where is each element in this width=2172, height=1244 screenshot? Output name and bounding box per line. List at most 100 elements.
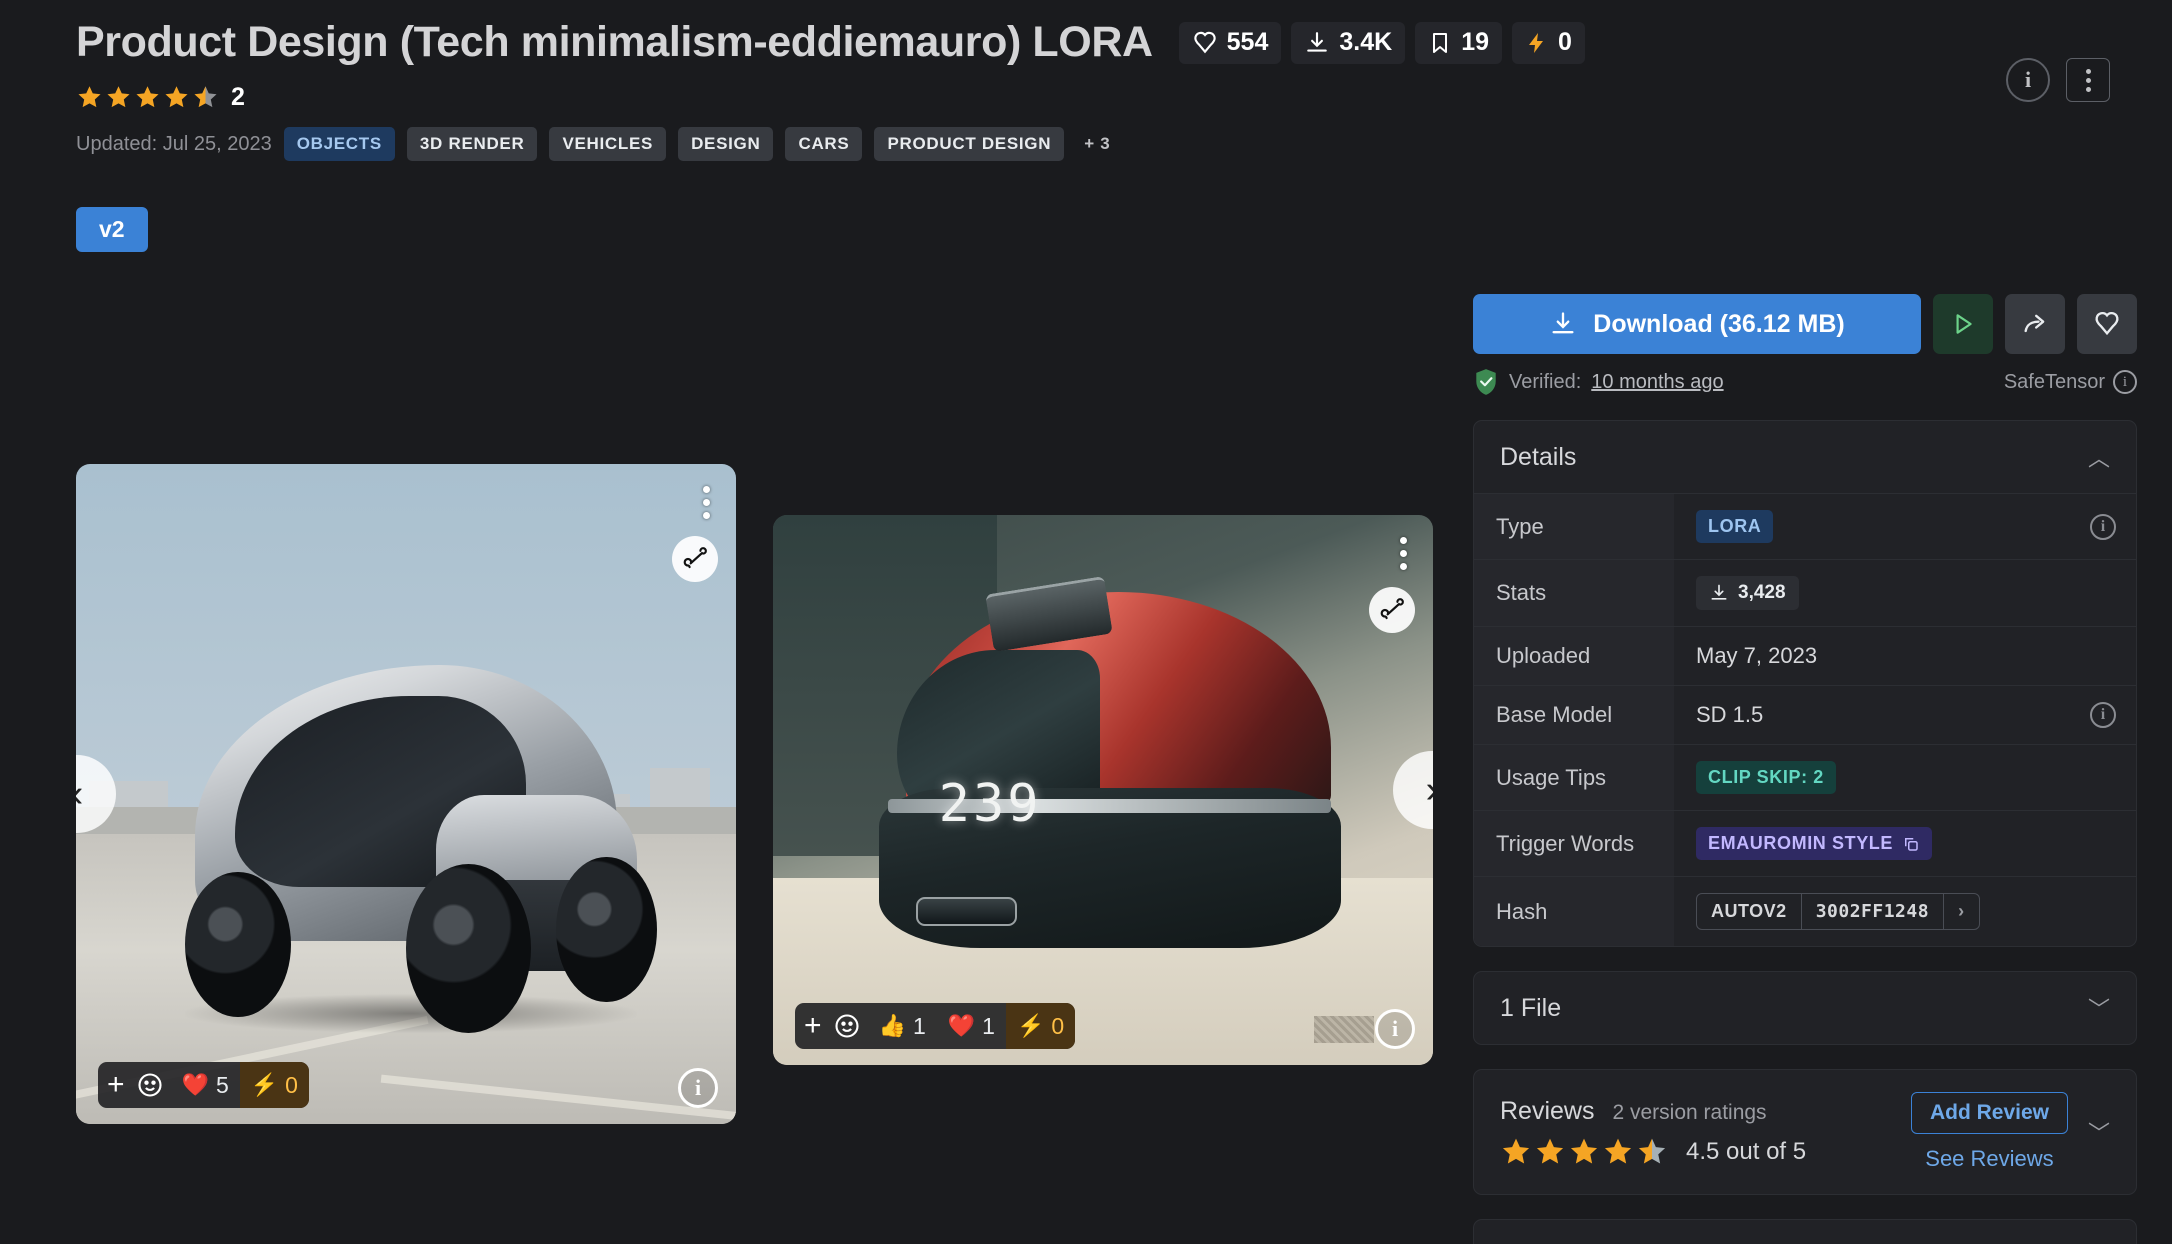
likes-count: 554 xyxy=(1226,28,1269,56)
star-half-icon xyxy=(1638,1138,1666,1163)
header-actions: i xyxy=(2006,58,2110,102)
safetensor-info-icon[interactable]: i xyxy=(2113,370,2137,394)
share-button[interactable] xyxy=(2005,294,2065,354)
page-header: Product Design (Tech minimalism-eddiemau… xyxy=(76,18,2122,252)
remix-brush-button-1[interactable] xyxy=(672,536,718,582)
remix-brush-button-2[interactable] xyxy=(1369,587,1415,633)
star-rating xyxy=(76,84,219,111)
download-button[interactable]: Download (36.12 MB) xyxy=(1473,294,1921,354)
hash-group[interactable]: AUTOV2 3002FF1248 › xyxy=(1696,893,1980,930)
row-value-uploaded: May 7, 2023 xyxy=(1696,643,1818,668)
trigger-words-text: EMAUROMIN STYLE xyxy=(1708,833,1894,853)
reviews-summary: Reviews 2 version ratings 4.5 out of 5 xyxy=(1500,1097,1806,1168)
chevron-up-icon: ︿ xyxy=(2087,446,2110,471)
star-half-icon xyxy=(194,86,217,108)
tip-reaction-2[interactable]: ⚡ 0 xyxy=(1005,1003,1076,1049)
hash-expand-chevron-icon[interactable]: › xyxy=(1944,894,1979,929)
buzz-count: 0 xyxy=(1558,28,1572,56)
safetensor-info: SafeTensor i xyxy=(2004,370,2137,394)
table-row: Uploaded May 7, 2023 xyxy=(1474,626,2136,686)
title-row: Product Design (Tech minimalism-eddiemau… xyxy=(76,18,2122,67)
table-row: Type LORA i xyxy=(1474,493,2136,560)
star-icon xyxy=(107,86,130,108)
sidebar: Download (36.12 MB) Verified: 10 months … xyxy=(1473,294,2137,1244)
row-key-type: Type xyxy=(1474,493,1674,560)
about-version-panel[interactable]: About this version ﹀ xyxy=(1473,1219,2137,1244)
usage-tips-badge: CLIP SKIP: 2 xyxy=(1696,761,1836,794)
download-icon xyxy=(1304,30,1330,56)
image-info-button-2[interactable]: i xyxy=(1375,1009,1415,1049)
copy-icon[interactable] xyxy=(1902,835,1920,853)
gallery-image-1 xyxy=(76,464,736,1124)
trigger-words-badge[interactable]: EMAUROMIN STYLE xyxy=(1696,827,1933,860)
emoji-picker-button-2[interactable] xyxy=(831,1003,868,1049)
gallery-image-card-1[interactable]: ‹ i + ❤️ 5 ⚡ 0 xyxy=(76,464,736,1124)
version-row: v2 xyxy=(76,207,2122,252)
star-icon xyxy=(1570,1138,1598,1163)
table-row: Base Model SD 1.5 i xyxy=(1474,685,2136,745)
tag-objects[interactable]: OBJECTS xyxy=(283,127,395,161)
type-badge[interactable]: LORA xyxy=(1696,510,1774,543)
row-key-trigger-words: Trigger Words xyxy=(1474,810,1674,877)
add-reaction-button-1[interactable]: + xyxy=(98,1062,134,1108)
verified-label: Verified: xyxy=(1509,370,1582,393)
image-menu-button-2[interactable] xyxy=(1400,537,1407,570)
tag-cars[interactable]: CARS xyxy=(785,127,863,161)
tag-product-design[interactable]: PRODUCT DESIGN xyxy=(874,127,1065,161)
buzz-chip[interactable]: 0 xyxy=(1512,21,1585,64)
rating-row[interactable]: 2 xyxy=(76,83,2122,112)
files-panel-header[interactable]: 1 File ﹀ xyxy=(1474,972,2136,1044)
heart-reaction-count-1: 5 xyxy=(215,1071,229,1098)
star-icon xyxy=(1604,1138,1632,1163)
emoji-picker-button-1[interactable] xyxy=(134,1062,171,1108)
thumbsup-reaction-2[interactable]: 👍 1 xyxy=(868,1003,937,1049)
heart-icon xyxy=(2095,312,2119,336)
heart-reaction-2[interactable]: ❤️ 1 xyxy=(937,1003,1006,1049)
tag-3d-render[interactable]: 3D RENDER xyxy=(406,127,538,161)
tag-vehicles[interactable]: VEHICLES xyxy=(549,127,667,161)
details-panel-header[interactable]: Details ︿ xyxy=(1474,421,2136,493)
thumbsup-reaction-count-2: 1 xyxy=(912,1012,926,1039)
reviews-star-rating xyxy=(1500,1136,1668,1168)
base-model-info-icon[interactable]: i xyxy=(2090,702,2116,728)
tags-more-button[interactable]: + 3 xyxy=(1076,127,1118,161)
likes-chip[interactable]: 554 xyxy=(1178,21,1282,64)
gallery-image-card-2[interactable]: 239 › i + 👍 1 xyxy=(773,515,1433,1065)
image-menu-button-1[interactable] xyxy=(703,486,710,519)
table-row: Stats 3,428 xyxy=(1474,559,2136,627)
smiley-icon xyxy=(834,1014,859,1038)
verification-row: Verified: 10 months ago SafeTensor i xyxy=(1473,368,2137,396)
reviews-chevron-down-icon[interactable]: ﹀ xyxy=(2088,1116,2110,1148)
about-version-header[interactable]: About this version ﹀ xyxy=(1474,1220,2136,1244)
hash-value: 3002FF1248 xyxy=(1802,894,1945,929)
heart-emoji-icon: ❤️ xyxy=(181,1072,209,1097)
add-review-button[interactable]: Add Review xyxy=(1910,1092,2068,1134)
row-key-hash: Hash xyxy=(1474,876,1674,946)
download-row: Download (36.12 MB) xyxy=(1473,294,2137,354)
info-button[interactable]: i xyxy=(2006,58,2050,102)
bookmarks-chip[interactable]: 19 xyxy=(1415,21,1502,64)
heart-reaction-1[interactable]: ❤️ 5 xyxy=(171,1062,240,1108)
tip-reaction-count-2: 0 xyxy=(1051,1012,1065,1039)
base-model-value: SD 1.5 xyxy=(1696,702,1764,727)
stats-download-chip: 3,428 xyxy=(1696,576,1799,610)
favorite-button[interactable] xyxy=(2077,294,2137,354)
see-reviews-link[interactable]: See Reviews xyxy=(1925,1146,2053,1172)
type-info-icon[interactable]: i xyxy=(2090,513,2116,540)
version-tab-v2[interactable]: v2 xyxy=(76,207,148,252)
row-value-stats: 3,428 xyxy=(1674,560,2136,627)
files-panel[interactable]: 1 File ﹀ xyxy=(1473,971,2137,1045)
downloads-chip[interactable]: 3.4K xyxy=(1291,21,1406,64)
add-reaction-button-2[interactable]: + xyxy=(795,1003,831,1049)
tip-reaction-1[interactable]: ⚡ 0 xyxy=(239,1062,309,1108)
download-icon xyxy=(1711,584,1727,600)
run-model-button[interactable] xyxy=(1933,294,1993,354)
verified-timestamp[interactable]: 10 months ago xyxy=(1591,371,1723,394)
tag-design[interactable]: DESIGN xyxy=(678,127,774,161)
details-title: Details xyxy=(1500,442,1577,471)
overflow-menu-button[interactable] xyxy=(2066,58,2110,102)
table-row: Hash AUTOV2 3002FF1248 › xyxy=(1474,876,2136,946)
image-info-button-1[interactable]: i xyxy=(678,1068,718,1108)
bookmarks-count: 19 xyxy=(1461,28,1489,56)
chevron-down-icon: ﹀ xyxy=(2087,997,2110,1022)
